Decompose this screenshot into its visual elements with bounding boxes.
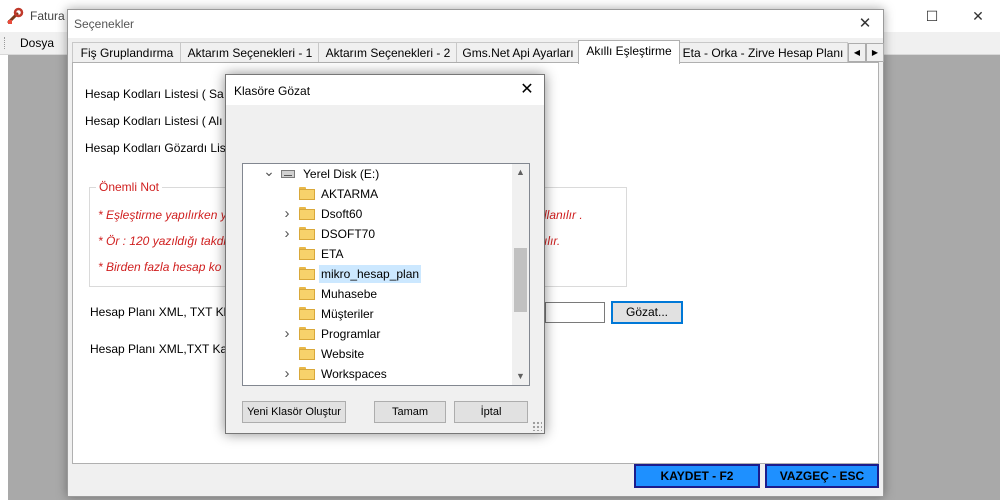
tree-item-label: Programlar [321,327,381,341]
save-button[interactable]: KAYDET - F2 [634,464,760,488]
folder-icon [299,227,315,240]
tab-aktarim-secenekleri-1[interactable]: Aktarım Seçenekleri - 1 [180,42,320,63]
label-hesap-kodlari-gozardi: Hesap Kodları Gözardı Lis [85,141,226,155]
folder-icon [299,267,315,280]
label-hesap-kodlari-alis: Hesap Kodları Listesi ( Alı [85,114,223,128]
tab-scroll-right-icon[interactable]: ▶ [866,43,884,62]
options-tabs: Fiş Gruplandırma Aktarım Seçenekleri - 1… [72,40,884,64]
options-close-icon[interactable]: ✕ [853,13,877,35]
ok-button[interactable]: Tamam [374,401,446,423]
close-icon[interactable]: ✕ [958,4,998,28]
note-line-2: * Ör : 120 yazıldığı takdi [98,234,227,248]
tree-item-label: Muhasebe [321,287,378,301]
tree-item[interactable]: Website [243,344,513,364]
note-line-3: * Birden fazla hesap ko [98,260,222,274]
tab-fis-gruplandirma[interactable]: Fiş Gruplandırma [72,42,182,63]
tree-item-label: Müşteriler [321,307,374,321]
folder-icon [299,347,315,360]
tab-aktarim-secenekleri-2[interactable]: Aktarım Seçenekleri - 2 [318,42,458,63]
tab-gms-net-api[interactable]: Gms.Net Api Ayarları [456,42,580,63]
collapsed-chevron-icon[interactable]: › [281,206,293,221]
tree-item[interactable]: ETA [243,244,513,264]
wrench-app-icon [7,7,24,24]
note-line-2-end: ılır. [544,234,561,248]
expanded-chevron-icon[interactable]: ⌄ [263,164,275,181]
resize-grip-icon[interactable] [532,421,542,431]
tab-eta-orka-zirve[interactable]: Eta - Orka - Zirve Hesap Planı [678,42,848,63]
important-note-title: Önemli Not [96,180,163,194]
folder-icon [299,187,315,200]
tree-item-label: Workspaces [321,367,387,381]
maximize-icon[interactable]: ☐ [912,4,952,28]
toolbar-grip-icon[interactable] [4,37,8,49]
tree-item[interactable]: AKTARMA [243,184,513,204]
tree-item-label: DSOFT70 [321,227,376,241]
collapsed-chevron-icon[interactable]: › [281,226,293,241]
scroll-down-icon[interactable]: ▼ [512,368,529,385]
tree-item[interactable]: ⌄ Yerel Disk (E:) [243,164,513,184]
no-expander [281,187,293,201]
folder-browse-close-icon[interactable]: ✕ [516,79,538,101]
tree-item[interactable]: › Dsoft60 [243,204,513,224]
label-hesap-plani-xml: Hesap Planı XML, TXT Kl [90,305,227,319]
folder-icon [299,207,315,220]
tree-item[interactable]: Muhasebe [243,284,513,304]
folder-icon [299,307,315,320]
tree-item-label: Website [321,347,365,361]
tree-item-label: ETA [321,247,344,261]
folder-browse-dialog: Klasöre Gözat ✕ ⌄ Yerel Disk (E:) AKTARMA ›… [225,74,545,434]
tree-item[interactable]: mikro_hesap_plan [243,264,513,284]
no-expander [281,267,293,281]
label-hesap-plani-xml-2: Hesap Planı XML,TXT Ka [90,342,228,356]
tree-item-label: AKTARMA [321,187,379,201]
tree-item[interactable]: › Workspaces [243,364,513,384]
app-left-strip [0,55,8,500]
folder-browse-title: Klasöre Gözat [234,84,311,98]
folder-tree[interactable]: ⌄ Yerel Disk (E:) AKTARMA › Dsoft60 › DSOFT70 E… [242,163,530,386]
note-line-1-end: llanılır . [544,208,583,222]
scroll-up-icon[interactable]: ▲ [512,164,529,181]
no-expander [281,247,293,261]
tree-item-label: mikro_hesap_plan [319,265,422,283]
folder-icon [299,367,315,380]
note-line-1: * Eşleştirme yapılırken y [98,208,227,222]
folder-icon [299,327,315,340]
no-expander [281,347,293,361]
browse-cancel-button[interactable]: İptal [454,401,528,423]
tab-akilli-eslestirme[interactable]: Akıllı Eşleştirme [578,40,680,64]
label-hesap-kodlari-satis: Hesap Kodları Listesi ( Sa [85,87,224,101]
tab-scroll-left-icon[interactable]: ◀ [848,43,866,62]
options-dialog-title: Seçenekler [74,17,135,31]
hesap-plani-path-input[interactable] [545,302,605,323]
drive-icon [281,170,295,178]
tree-scrollbar[interactable]: ▲ ▼ [512,164,529,385]
collapsed-chevron-icon[interactable]: › [281,366,293,381]
tree-item-label: Dsoft60 [321,207,363,221]
folder-icon [299,247,315,260]
app-title: Fatura ( [30,9,73,23]
options-dialog-titlebar: Seçenekler ✕ [68,10,883,38]
cancel-button[interactable]: VAZGEÇ - ESC [765,464,879,488]
scroll-thumb[interactable] [514,248,527,312]
no-expander [281,307,293,321]
folder-browse-titlebar: Klasöre Gözat ✕ [226,75,544,105]
tree-item[interactable]: Müşteriler [243,304,513,324]
browse-button[interactable]: Gözat... [611,301,683,324]
collapsed-chevron-icon[interactable]: › [281,326,293,341]
menu-dosya[interactable]: Dosya [20,36,54,50]
tree-item[interactable]: › Programlar [243,324,513,344]
tree-item-label: Yerel Disk (E:) [303,167,380,181]
tree-item[interactable]: › DSOFT70 [243,224,513,244]
folder-icon [299,287,315,300]
new-folder-button[interactable]: Yeni Klasör Oluştur [242,401,346,423]
no-expander [281,287,293,301]
